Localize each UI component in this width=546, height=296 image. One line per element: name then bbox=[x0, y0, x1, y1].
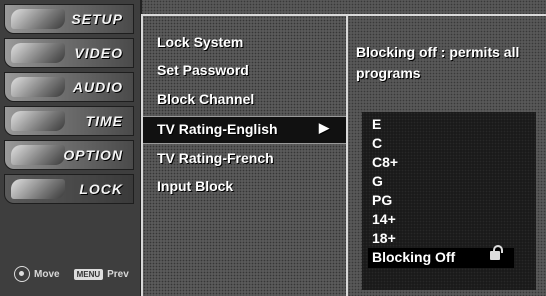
menu-item-block-channel[interactable]: Block Channel bbox=[157, 91, 254, 107]
time-icon bbox=[11, 111, 65, 131]
rating-panel: Blocking off : permits all programs E C … bbox=[346, 14, 546, 296]
arrow-right-icon: ▶ bbox=[319, 120, 329, 135]
sidebar-item-label: OPTION bbox=[63, 147, 123, 163]
sidebar-item-label: VIDEO bbox=[74, 45, 123, 61]
audio-icon bbox=[11, 77, 65, 97]
menu-item-input-block[interactable]: Input Block bbox=[157, 178, 233, 194]
menu-item-tv-rating-french[interactable]: TV Rating-French bbox=[157, 150, 274, 166]
menu-item-tv-rating-english[interactable]: TV Rating-English ▶ bbox=[143, 116, 346, 144]
lock-menu: Lock System Set Password Block Channel T… bbox=[141, 14, 346, 296]
sidebar-item-label: SETUP bbox=[71, 11, 123, 27]
sidebar-item-label: AUDIO bbox=[72, 79, 123, 95]
option-icon bbox=[11, 145, 65, 165]
sidebar-footer-hints: Move MENU Prev bbox=[14, 266, 129, 282]
sidebar-item-option[interactable]: OPTION bbox=[4, 140, 134, 170]
move-hint: Move bbox=[34, 268, 60, 280]
menu-item-label: TV Rating-English bbox=[157, 121, 278, 137]
rating-option-g[interactable]: G bbox=[372, 173, 383, 189]
rating-description: Blocking off : permits all programs bbox=[356, 44, 520, 81]
lock-icon bbox=[490, 245, 503, 260]
sidebar-item-video[interactable]: VIDEO bbox=[4, 38, 134, 68]
sidebar-item-time[interactable]: TIME bbox=[4, 106, 134, 136]
rating-option-14plus[interactable]: 14+ bbox=[372, 211, 396, 227]
sidebar-item-lock[interactable]: LOCK bbox=[4, 174, 134, 204]
menu-item-lock-system[interactable]: Lock System bbox=[157, 34, 243, 50]
rating-option-blocking-off[interactable]: Blocking Off bbox=[368, 245, 514, 268]
sidebar: SETUP VIDEO AUDIO TIME OPTION LOCK Move … bbox=[0, 0, 142, 296]
rating-option-label: Blocking Off bbox=[372, 249, 456, 265]
menu-item-set-password[interactable]: Set Password bbox=[157, 62, 249, 78]
sidebar-item-label: LOCK bbox=[79, 181, 123, 197]
rating-option-e[interactable]: E bbox=[372, 116, 381, 132]
move-icon bbox=[14, 266, 30, 282]
sidebar-item-label: TIME bbox=[85, 113, 123, 129]
tv-osd-screen: SETUP VIDEO AUDIO TIME OPTION LOCK Move … bbox=[0, 0, 546, 296]
setup-icon bbox=[11, 9, 65, 29]
rating-option-18plus[interactable]: 18+ bbox=[372, 230, 396, 246]
menu-key-icon: MENU bbox=[73, 268, 104, 280]
sidebar-item-setup[interactable]: SETUP bbox=[4, 4, 134, 34]
rating-option-pg[interactable]: PG bbox=[372, 192, 392, 208]
lock-category-icon bbox=[11, 179, 65, 199]
rating-option-c8plus[interactable]: C8+ bbox=[372, 154, 398, 170]
sidebar-item-audio[interactable]: AUDIO bbox=[4, 72, 134, 102]
rating-option-c[interactable]: C bbox=[372, 135, 382, 151]
rating-list: E C C8+ G PG 14+ 18+ Blocking Off bbox=[362, 112, 536, 290]
video-icon bbox=[11, 43, 65, 63]
prev-hint: Prev bbox=[107, 268, 129, 280]
